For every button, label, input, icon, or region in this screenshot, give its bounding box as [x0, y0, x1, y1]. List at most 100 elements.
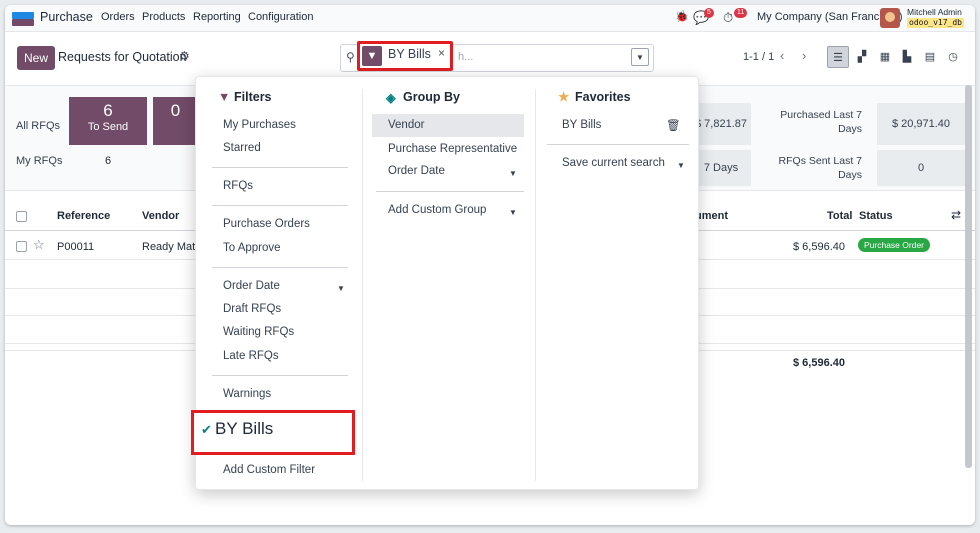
- label-line2: Days: [838, 169, 862, 181]
- layers-icon: ◈: [386, 91, 396, 105]
- purchase-app-icon[interactable]: [12, 12, 34, 26]
- star-icon[interactable]: ☆: [33, 237, 45, 253]
- my-to-send-value[interactable]: 6: [105, 155, 111, 167]
- search-panel-dropdown: ▼ Filters My Purchases Starred RFQs Purc…: [191, 76, 699, 490]
- search-icon: ⚲: [346, 50, 355, 64]
- tile-waiting-value: 0: [170, 101, 181, 120]
- pager-next-icon[interactable]: ›: [802, 48, 806, 63]
- rfqs-sent-last-7-value: 0: [877, 150, 965, 186]
- groupby-order-date[interactable]: Order Date: [388, 165, 445, 177]
- menu-orders[interactable]: Orders: [101, 11, 135, 23]
- filter-by-bills-label: BY Bills: [215, 419, 274, 438]
- user-name[interactable]: Mitchell Admin: [907, 7, 962, 17]
- app-window: Purchase Orders Products Reporting Confi…: [5, 5, 975, 525]
- groupby-purchase-representative[interactable]: Purchase Representative: [388, 143, 517, 155]
- label-line1: Purchased Last 7: [780, 109, 862, 121]
- label-line1: RFQs Sent Last 7: [778, 155, 862, 167]
- chevron-down-icon[interactable]: ▼: [677, 161, 685, 170]
- tile-waiting[interactable]: 0: [153, 97, 198, 145]
- kanban-view-icon[interactable]: ▞: [851, 46, 873, 68]
- rfqs-sent-last-7-label: RFQs Sent Last 7 Days: [765, 154, 862, 182]
- gear-icon[interactable]: ⚙: [179, 49, 190, 63]
- breadcrumb: Requests for Quotation: [58, 50, 187, 64]
- col-reference[interactable]: Reference: [57, 210, 110, 222]
- filter-warnings[interactable]: Warnings: [223, 388, 271, 400]
- new-button[interactable]: New: [17, 46, 56, 70]
- filters-title: Filters: [234, 90, 272, 104]
- row-checkbox[interactable]: [16, 241, 27, 252]
- col-source-document[interactable]: ument: [695, 210, 728, 222]
- my-rfqs-label: My RFQs: [16, 155, 63, 167]
- filter-purchase-orders[interactable]: Purchase Orders: [223, 218, 310, 230]
- stat-value-1: $ 7,821.87: [691, 103, 751, 145]
- tile-to-send[interactable]: 6 To Send: [69, 97, 147, 145]
- all-rfqs-label: All RFQs: [16, 120, 60, 132]
- facet-remove-icon[interactable]: ×: [438, 46, 445, 60]
- label-line2: Days: [838, 123, 862, 135]
- top-navbar: Purchase Orders Products Reporting Confi…: [5, 5, 975, 32]
- purchased-last-7-label: Purchased Last 7 Days: [765, 108, 862, 136]
- graph-view-icon[interactable]: ▙: [896, 46, 918, 68]
- filter-late-rfqs[interactable]: Late RFQs: [223, 350, 279, 362]
- chevron-down-icon[interactable]: ▼: [509, 208, 517, 217]
- activity-view-icon[interactable]: ◷: [942, 46, 964, 68]
- divider: [212, 167, 348, 168]
- col-status[interactable]: Status: [859, 210, 893, 222]
- filter-starred[interactable]: Starred: [223, 142, 261, 154]
- column-divider: [535, 89, 536, 481]
- trash-icon[interactable]: 🗑: [666, 118, 681, 132]
- menu-products[interactable]: Products: [142, 11, 185, 23]
- search-facet-by-bills[interactable]: ▼ BY Bills ×: [357, 41, 453, 71]
- add-custom-filter[interactable]: Add Custom Filter: [223, 464, 315, 476]
- stat-value-2: 7 Days: [691, 150, 751, 186]
- filter-to-approve[interactable]: To Approve: [223, 242, 281, 254]
- filter-by-bills-active[interactable]: ✔ BY Bills: [191, 410, 355, 455]
- facet-label: BY Bills: [388, 47, 431, 61]
- checkmark-icon: ✔: [201, 422, 212, 437]
- activity-clock-icon[interactable]: ⏱: [723, 10, 733, 26]
- filter-order-date[interactable]: Order Date: [223, 280, 280, 292]
- column-divider: [362, 89, 363, 481]
- tile-to-send-value: 6: [103, 101, 113, 120]
- user-avatar[interactable]: [880, 8, 900, 28]
- chevron-down-icon[interactable]: ▼: [337, 284, 345, 293]
- col-total[interactable]: Total: [827, 210, 852, 222]
- filter-waiting-rfqs[interactable]: Waiting RFQs: [223, 326, 294, 338]
- divider: [547, 144, 689, 145]
- pager-value[interactable]: 1-1 / 1: [743, 51, 774, 63]
- filters-icon: ▼: [218, 90, 231, 104]
- favorite-by-bills[interactable]: BY Bills: [562, 119, 601, 131]
- bug-icon[interactable]: 🐞: [675, 10, 689, 23]
- chevron-down-icon[interactable]: ▼: [509, 169, 517, 178]
- col-vendor[interactable]: Vendor: [142, 210, 179, 222]
- tile-to-send-label: To Send: [87, 121, 129, 133]
- add-custom-group[interactable]: Add Custom Group: [388, 204, 486, 216]
- menu-configuration[interactable]: Configuration: [248, 11, 313, 23]
- column-settings-icon[interactable]: ⇄: [951, 208, 961, 222]
- filter-rfqs[interactable]: RFQs: [223, 180, 253, 192]
- pivot-view-icon[interactable]: ▦: [874, 46, 896, 68]
- save-current-search[interactable]: Save current search: [562, 157, 665, 169]
- search-dropdown-toggle[interactable]: ▼: [631, 48, 649, 66]
- filter-draft-rfqs[interactable]: Draft RFQs: [223, 303, 281, 315]
- favorites-title: Favorites: [575, 90, 631, 104]
- select-all-checkbox[interactable]: [16, 211, 27, 222]
- groupby-title: Group By: [403, 90, 460, 104]
- scrollbar[interactable]: [965, 85, 972, 468]
- list-view-icon[interactable]: ☰: [827, 46, 849, 68]
- app-name[interactable]: Purchase: [40, 10, 93, 24]
- menu-reporting[interactable]: Reporting: [193, 11, 241, 23]
- divider: [212, 205, 348, 206]
- filter-my-purchases[interactable]: My Purchases: [223, 119, 296, 131]
- row-reference[interactable]: P00011: [57, 241, 94, 253]
- purchased-last-7-value: $ 20,971.40: [877, 103, 965, 145]
- pager-prev-icon[interactable]: ‹: [780, 48, 784, 63]
- row-vendor[interactable]: Ready Mat: [142, 241, 195, 253]
- divider: [212, 267, 348, 268]
- divider: [212, 375, 348, 376]
- calendar-view-icon[interactable]: ▤: [919, 46, 941, 68]
- db-name: odoo_v17_db: [907, 18, 964, 28]
- divider: [376, 191, 524, 192]
- search-input[interactable]: h...: [458, 51, 473, 63]
- groupby-vendor[interactable]: Vendor: [388, 119, 424, 131]
